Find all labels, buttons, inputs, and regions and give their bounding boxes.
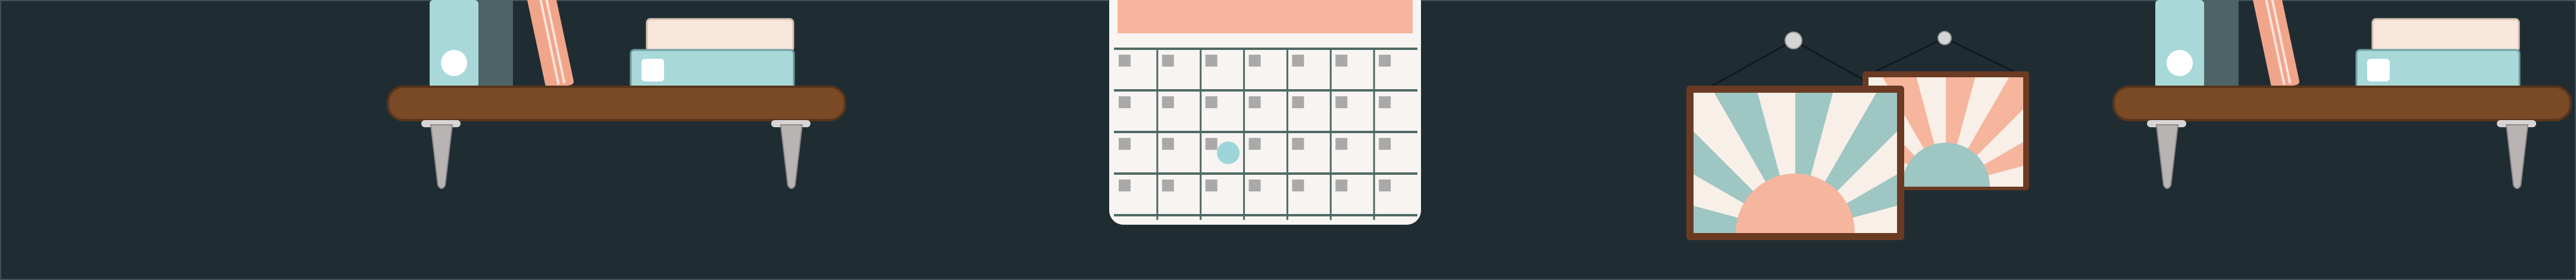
calendar-day-mark <box>1379 96 1391 108</box>
calendar-day-mark <box>1335 180 1348 191</box>
calendar-day-mark <box>1162 55 1174 67</box>
calendar-day-mark <box>1119 96 1131 108</box>
calendar-day-mark <box>1205 138 1217 150</box>
calendar-day-mark <box>1119 180 1131 191</box>
book-mint-label <box>2367 59 2390 81</box>
binder-label-circle <box>2167 50 2193 76</box>
calendar-day-mark <box>1119 138 1131 150</box>
calendar <box>1109 0 1421 225</box>
calendar-day-mark <box>1335 96 1348 108</box>
calendar-day-mark <box>1248 96 1261 108</box>
calendar-day-mark <box>1205 180 1217 191</box>
calendar-day-mark <box>1162 96 1174 108</box>
book-mint-label <box>641 59 664 81</box>
hook-small <box>1938 31 1952 45</box>
calendar-day-mark <box>1162 180 1174 191</box>
calendar-header <box>1118 0 1413 33</box>
calendar-day-mark <box>1292 138 1304 150</box>
calendar-day-mark <box>1379 138 1391 150</box>
calendar-day-mark <box>1292 96 1304 108</box>
calendar-day-mark <box>1379 180 1391 191</box>
book-cream <box>646 18 794 52</box>
calendar-day-mark <box>1205 96 1217 108</box>
calendar-day-mark <box>1162 138 1174 150</box>
calendar-today-marker <box>1217 141 1240 164</box>
calendar-day-mark <box>1248 138 1261 150</box>
binder-slate <box>2204 0 2239 88</box>
calendar-day-mark <box>1335 55 1348 67</box>
hook-large <box>1785 32 1802 49</box>
calendar-day-mark <box>1292 55 1304 67</box>
binder-slate <box>478 0 513 88</box>
binder-label-circle <box>441 50 467 76</box>
calendar-day-mark <box>1205 55 1217 67</box>
shelf-board <box>2112 86 2572 121</box>
calendar-day-mark <box>1335 138 1348 150</box>
calendar-day-mark <box>1248 55 1261 67</box>
book-cream <box>2371 18 2520 52</box>
calendar-day-mark <box>1119 55 1131 67</box>
calendar-day-mark <box>1248 180 1261 191</box>
shelf-board <box>387 86 846 121</box>
calendar-day-mark <box>1379 55 1391 67</box>
calendar-day-mark <box>1292 180 1304 191</box>
wall-scene <box>0 0 2576 280</box>
